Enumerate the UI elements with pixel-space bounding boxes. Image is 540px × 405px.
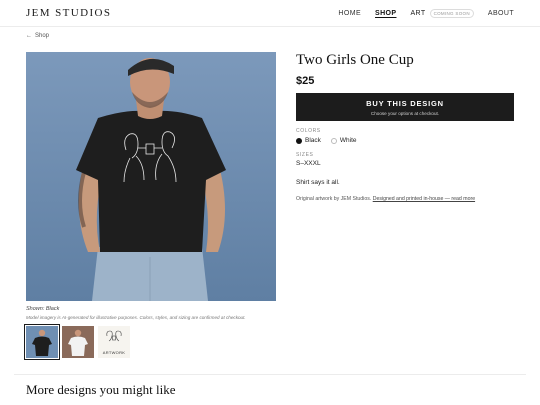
back-link-label: Shop [35, 33, 50, 39]
thumbnail-white-shirt[interactable] [62, 326, 94, 358]
product-main-image[interactable] [26, 52, 276, 301]
black-swatch-icon [296, 137, 302, 144]
thumbnail-artwork-label: ARTWORK [102, 350, 126, 355]
sizes-value: S–XXXL [296, 160, 321, 167]
color-options: Black White [296, 137, 367, 144]
more-designs-heading: More designs you might like [26, 382, 176, 397]
site-header: JEM STUDIOS HOME SHOP ART COMING SOON AB… [0, 0, 540, 27]
origin-text: Original artwork by JEM Studios. [296, 196, 372, 202]
back-to-shop-link[interactable]: ← Shop [26, 33, 49, 39]
model-photo [26, 52, 276, 301]
thumbnail-strip: ARTWORK [24, 324, 134, 360]
thumbnail-black-shirt[interactable] [24, 324, 60, 360]
buy-button-sublabel: Choose your options at checkout. [370, 111, 440, 116]
color-option-black[interactable]: Black [296, 137, 321, 144]
thumbnail-artwork[interactable]: ARTWORK [98, 326, 130, 358]
back-arrow-icon: ← [26, 33, 32, 39]
buy-this-design-button[interactable]: BUY THIS DESIGN Choose your options at c… [296, 93, 514, 121]
main-nav: HOME SHOP ART COMING SOON ABOUT [324, 9, 514, 18]
brand-logo[interactable]: JEM STUDIOS [26, 7, 111, 19]
image-disclaimer: Model imagery is AI-generated for illust… [26, 315, 246, 320]
nav-art-label: ART [410, 10, 426, 17]
origin-note: Original artwork by JEM Studios. Designe… [296, 196, 475, 202]
colors-label: COLORS [296, 128, 321, 134]
product-title: Two Girls One Cup [296, 52, 414, 68]
color-white-label: White [339, 137, 357, 144]
nav-shop[interactable]: SHOP [375, 10, 396, 17]
buy-button-label: BUY THIS DESIGN [366, 99, 444, 108]
nav-home[interactable]: HOME [338, 10, 361, 17]
section-divider [14, 374, 526, 375]
product-description: Shirt says it all. [296, 179, 340, 186]
color-option-white[interactable]: White [330, 137, 357, 144]
color-black-label: Black [305, 137, 321, 144]
image-caption: Shown: Black [26, 306, 60, 312]
sizes-label: SIZES [296, 152, 314, 158]
product-price: $25 [296, 75, 315, 87]
read-more-link[interactable]: Designed and printed in-house — read mor… [373, 196, 475, 202]
nav-about[interactable]: ABOUT [488, 10, 514, 17]
coming-soon-badge: COMING SOON [429, 9, 474, 18]
white-swatch-icon [330, 137, 337, 144]
thumb-image-white [62, 326, 94, 358]
thumb-image-black [26, 326, 58, 358]
nav-art[interactable]: ART COMING SOON [410, 9, 474, 18]
